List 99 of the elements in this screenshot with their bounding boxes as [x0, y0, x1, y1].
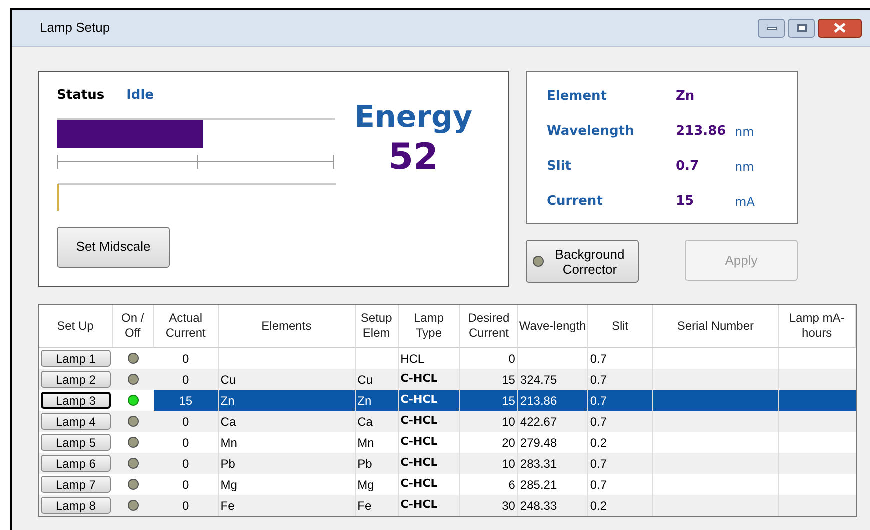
table-row[interactable]: Lamp 6 0 Pb Pb C-HCL 10 283.31 0.7 — [39, 453, 856, 474]
table-cell-text: 0 — [508, 350, 516, 368]
table-cell-text: C-HCL — [400, 371, 438, 388]
table-cell-text: 15 — [179, 392, 192, 410]
table-cell-text: C-HCL — [400, 476, 438, 492]
energy-label: Energy — [354, 100, 473, 136]
table-cell-text: Pb — [220, 456, 236, 472]
info-label: Element — [547, 88, 608, 106]
table-cell-text: 0 — [182, 498, 190, 514]
lamp-button[interactable]: Lamp 4 — [40, 413, 111, 430]
table-cell-text: Ca — [220, 414, 236, 430]
info-value: 0.7 — [676, 158, 700, 176]
info-value: 15 — [676, 193, 696, 212]
status-label: Status — [57, 87, 105, 105]
lamp-button[interactable]: Lamp 7 — [40, 476, 111, 493]
table-cell-text: Mg — [220, 476, 238, 494]
column-header: Wave-length — [518, 305, 588, 347]
table-row[interactable]: Lamp 2 0 Cu Cu C-HCL 15 324.75 0.7 — [39, 369, 856, 390]
table-cell-text: Cu — [358, 372, 373, 388]
table-cell-text: Zn — [220, 392, 235, 410]
table-cell-text: 0.7 — [590, 414, 608, 430]
column-header: Slit — [588, 305, 654, 347]
table-cell-text: C-HCL — [400, 497, 438, 514]
table-cell-text: C-HCL — [400, 413, 438, 430]
table-cell-text: 15 — [502, 372, 516, 388]
table-cell-text: 20 — [502, 434, 516, 452]
table-cell-text: 279.48 — [520, 434, 558, 452]
set-midscale-button[interactable]: Set Midscale — [57, 226, 170, 268]
table-cell-text: Zn — [358, 392, 372, 410]
table-cell-text: 213.86 — [520, 392, 558, 410]
table-cell-text: 6 — [508, 476, 516, 494]
info-label: Slit — [547, 158, 572, 176]
column-header: Elements — [218, 305, 356, 347]
table-row[interactable]: Lamp 3 15 Zn Zn C-HCL 15 213.86 0.7 — [39, 390, 856, 411]
table-cell-text: 422.67 — [520, 414, 558, 430]
lamp-button[interactable]: Lamp 5 — [40, 434, 111, 451]
status-value: Idle — [126, 87, 154, 105]
column-header: On / Off — [112, 305, 154, 347]
info-value: 213.86 — [676, 123, 728, 142]
table-cell-text: Cu — [220, 372, 236, 388]
table-cell-text: 0 — [182, 456, 190, 472]
table-cell-text: 0 — [182, 434, 190, 452]
close-icon — [834, 23, 846, 33]
table-cell-text: 0 — [182, 350, 190, 368]
column-header: Set Up — [39, 305, 113, 347]
lamp-button[interactable]: Lamp 2 — [40, 371, 111, 388]
lamp-button[interactable]: Lamp 8 — [40, 497, 111, 514]
table-cell-text: 0.7 — [590, 372, 608, 388]
table-cell-text: 15 — [502, 392, 516, 410]
table-row[interactable]: Lamp 8 0 Fe Fe C-HCL 30 248.33 0.2 — [39, 495, 856, 516]
table-cell-text: C-HCL — [400, 392, 438, 408]
info-label: Wavelength — [547, 123, 636, 142]
column-header: Setup Elem — [356, 305, 399, 347]
table-cell-text: 283.31 — [520, 456, 558, 472]
table-cell-text: 0.7 — [590, 456, 608, 472]
table-cell-text: 10 — [502, 456, 516, 472]
table-cell-text: 30 — [502, 498, 516, 514]
table-cell-text: 0.2 — [590, 498, 608, 514]
table-cell-text: 10 — [502, 414, 516, 430]
table-cell-text: C-HCL — [400, 434, 438, 450]
table-cell-text: Pb — [358, 456, 372, 472]
window-title: Lamp Setup — [40, 19, 110, 38]
table-cell-text: Mn — [220, 434, 238, 452]
table-row[interactable]: Lamp 4 0 Ca Ca C-HCL 10 422.67 0.7 — [39, 411, 856, 432]
info-unit: nm — [735, 124, 754, 141]
table-cell-text: 0 — [182, 372, 190, 388]
column-header: Actual Current — [154, 305, 219, 347]
column-header: Lamp mA-hours — [779, 305, 856, 347]
table-cell-text: 0.2 — [590, 434, 608, 452]
energy-value: 52 — [388, 136, 439, 180]
maximize-button[interactable] — [788, 18, 815, 38]
minimize-button[interactable] — [758, 18, 785, 38]
info-unit: nm — [735, 159, 754, 176]
info-unit: mA — [735, 194, 755, 211]
info-value: Zn — [676, 88, 696, 106]
table-cell-text: 0.7 — [590, 350, 608, 368]
column-header: Lamp Type — [398, 305, 460, 347]
background-corrector-button[interactable]: Background Corrector — [526, 240, 639, 283]
table-cell-text: 0.7 — [590, 392, 608, 410]
close-button[interactable] — [818, 18, 862, 38]
lamp-button[interactable]: Lamp 6 — [40, 455, 111, 472]
table-cell-text: Ca — [358, 414, 373, 430]
info-label: Current — [547, 193, 604, 212]
lamp-button[interactable]: Lamp 3 — [40, 392, 111, 409]
table-cell-text: 0.7 — [590, 476, 608, 494]
table-cell-text: 324.75 — [520, 372, 558, 388]
table-cell-text: HCL — [400, 350, 425, 368]
table-cell-text: 0 — [182, 414, 190, 430]
table-cell-text: Mg — [358, 476, 374, 494]
column-header: Serial Number — [653, 305, 780, 347]
table-cell-text: Mn — [358, 434, 374, 452]
table-cell-text: 285.21 — [520, 476, 558, 494]
table-cell-text: 0 — [182, 476, 190, 494]
column-header: Desired Current — [460, 305, 518, 347]
table-cell-text: 248.33 — [520, 498, 558, 514]
table-cell-text: Fe — [220, 498, 235, 514]
lamp-button[interactable]: Lamp 1 — [40, 350, 111, 367]
table-cell-text: Fe — [358, 498, 372, 514]
table-cell-text: C-HCL — [400, 455, 438, 472]
